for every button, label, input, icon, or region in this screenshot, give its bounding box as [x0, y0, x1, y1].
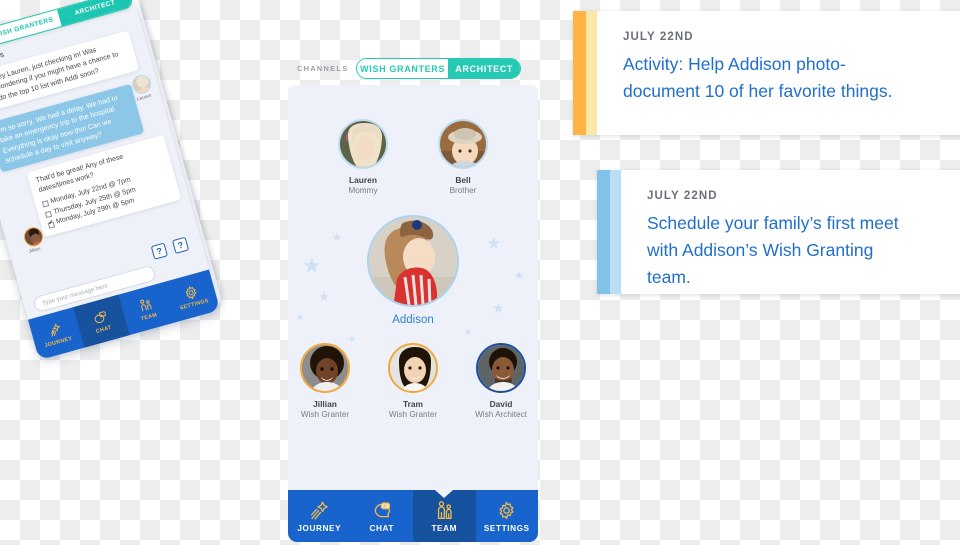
team-member-jillian[interactable]: Jillian Wish Granter — [289, 343, 361, 419]
avatar — [338, 119, 388, 169]
member-role: Wish Architect — [475, 410, 527, 419]
app-panel: CHANNELS WISH GRANTERS ARCHITECT ★ ★ ★ ★… — [288, 52, 538, 542]
phone-nav-label: CHAT — [95, 324, 113, 335]
team-member-lauren[interactable]: Lauren Mommy — [327, 119, 399, 195]
member-role: Wish Granter — [388, 410, 438, 419]
card-accent-bar-primary — [597, 170, 610, 294]
team-row-granters: Jillian Wish Granter Tram Wish Granter D… — [288, 343, 538, 419]
help-question-icon[interactable]: ? — [150, 242, 168, 260]
screenshot-stage: CHANNELS Hey Lauren, just checking in! W… — [0, 0, 960, 545]
team-row-parents: Lauren Mommy Bell Brother — [288, 119, 538, 195]
member-name: Jillian — [313, 399, 337, 409]
card-date: JULY 22ND — [623, 31, 694, 43]
avatar — [300, 343, 350, 393]
card-body: JULY 22ND Schedule your family’s first m… — [621, 170, 939, 294]
nav-journey[interactable]: JOURNEY — [288, 490, 351, 542]
avatar — [388, 343, 438, 393]
phone-nav-label: SETTINGS — [179, 297, 210, 312]
member-role: Mommy — [348, 186, 378, 195]
member-role: Brother — [449, 186, 477, 195]
nav-label: SETTINGS — [483, 523, 530, 533]
member-role: Wish Granter — [300, 410, 350, 419]
team-member-tram[interactable]: Tram Wish Granter — [377, 343, 449, 419]
app-header: CHANNELS WISH GRANTERS ARCHITECT — [288, 52, 538, 85]
nav-label: CHAT — [369, 523, 395, 533]
hero-member-name: Addison — [392, 314, 434, 326]
nav-active-notch — [435, 490, 454, 498]
nav-settings[interactable]: SETTINGS — [476, 490, 539, 542]
phone-message-sender: Lauren — [136, 93, 153, 103]
card-date: JULY 22ND — [647, 190, 718, 202]
checkbox-checked[interactable] — [47, 221, 55, 229]
avatar — [438, 119, 488, 169]
member-name: Lauren — [349, 175, 377, 185]
phone-nav-label: JOURNEY — [43, 335, 73, 349]
card-text: Schedule your family’s first meet with A… — [647, 213, 899, 288]
avatar — [367, 215, 459, 307]
card-body: JULY 22ND Activity: Help Addison photo-d… — [597, 11, 915, 135]
avatar — [476, 343, 526, 393]
app-bottom-nav: JOURNEY CHAT TEAM SETTINGS — [288, 490, 538, 542]
help-question-icon[interactable]: ? — [171, 236, 190, 254]
checkbox-unchecked[interactable] — [44, 211, 52, 218]
channels-label: CHANNELS — [297, 64, 349, 73]
member-name: Tram — [402, 399, 424, 409]
toggle-architect[interactable]: ARCHITECT — [448, 59, 520, 78]
member-name: Bell — [455, 175, 471, 185]
nav-label: TEAM — [431, 523, 458, 533]
nav-team[interactable]: TEAM — [413, 490, 476, 542]
card-accent-bar-secondary — [610, 170, 621, 294]
avatar-lauren — [129, 72, 154, 97]
team-member-bell[interactable]: Bell Brother — [427, 119, 499, 195]
phone-mockup: CHANNELS Hey Lauren, just checking in! W… — [0, 0, 229, 362]
card-accent-bar-secondary — [586, 11, 597, 135]
card-accent-bar-primary — [573, 11, 586, 135]
team-member-david[interactable]: David Wish Architect — [465, 343, 537, 419]
toggle-wish-granters[interactable]: WISH GRANTERS — [357, 59, 449, 78]
channel-toggle[interactable]: WISH GRANTERS ARCHITECT — [356, 58, 521, 79]
info-card-activity[interactable]: JULY 22ND Activity: Help Addison photo-d… — [573, 11, 960, 135]
phone-message-sender: Jillian — [28, 246, 42, 255]
team-panel-body: ★ ★ ★ ★ ★ ★ ★ ★ ★ Lauren Mommy Bell Brot… — [288, 85, 538, 490]
nav-label: JOURNEY — [297, 523, 342, 533]
nav-chat[interactable]: CHAT — [351, 490, 414, 542]
card-text: Activity: Help Addison photo-document 10… — [623, 54, 893, 102]
hero-member-addison[interactable]: Addison — [288, 215, 538, 326]
member-name: David — [489, 399, 513, 409]
team-members: Lauren Mommy Bell Brother Addison Jillia… — [288, 85, 538, 419]
info-card-schedule[interactable]: JULY 22ND Schedule your family’s first m… — [597, 170, 960, 294]
checkbox-unchecked[interactable] — [41, 200, 49, 208]
